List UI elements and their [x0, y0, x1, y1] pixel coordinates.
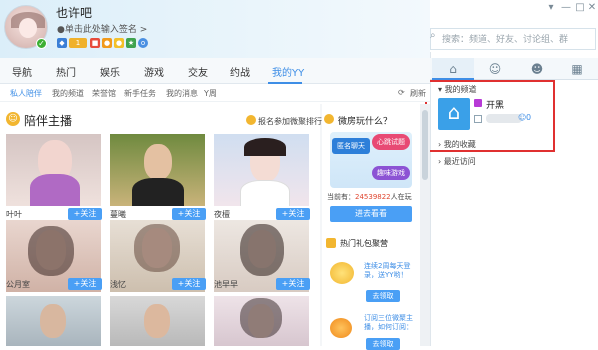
anchor-icon: ☺ [6, 112, 20, 126]
close-button[interactable]: ✕ [586, 2, 598, 14]
refresh-button[interactable]: 刷新 [410, 88, 426, 99]
gift2-text: 订阅三位微聚主播，如何订阅： [364, 314, 413, 331]
tag-anon-chat: 匿名聊天 [332, 138, 370, 154]
level-badge: 1 [69, 38, 87, 48]
tab-friends-icon[interactable]: ☺ [474, 58, 516, 80]
anchor-photo-outfit [30, 174, 80, 206]
gift1-text: 连续2周每天登录，送YY哟！ [364, 262, 411, 279]
anchor-photo [144, 144, 172, 180]
subnav-item[interactable]: 新手任务 [124, 88, 156, 99]
coin-icon [330, 262, 354, 284]
online-count: 24539822 [355, 193, 391, 201]
recent-header[interactable]: › 最近访问 [438, 156, 476, 167]
anchor-photo-hair [134, 224, 180, 272]
anchor-photo-hair [240, 224, 284, 276]
follow-button[interactable]: +关注 [276, 208, 310, 220]
feature-illustration[interactable]: 匿名聊天 心跳试题 趣味游戏 [330, 132, 412, 188]
vip-icon: ◆ [57, 38, 67, 48]
nav-item[interactable]: 游戏 [144, 64, 164, 79]
anchor-card[interactable] [214, 134, 309, 206]
tab-apps-icon[interactable]: ▦ [556, 58, 598, 80]
online-prefix: 当前有： [327, 193, 355, 201]
anchor-card[interactable] [6, 296, 101, 346]
anchor-photo-hair [240, 298, 282, 338]
anchor-card[interactable] [6, 134, 101, 206]
online-status-icon: ✓ [36, 38, 47, 49]
follow-button[interactable]: +关注 [68, 208, 102, 220]
nav-item[interactable]: 交友 [188, 64, 208, 79]
skin-icon[interactable]: ▾ [545, 2, 557, 14]
username: 也许吧 [56, 6, 93, 20]
nav-item[interactable]: 娱乐 [100, 64, 120, 79]
online-count-line: 当前有：24539822人在玩 [327, 192, 412, 202]
search-placeholder: 搜索：频道、好友、讨论组、群 [442, 35, 569, 45]
anchor-photo-hair [244, 138, 286, 156]
anchor-card[interactable] [110, 296, 205, 346]
tag-quiz: 心跳试题 [372, 134, 410, 150]
enter-button[interactable]: 进去看看 [330, 206, 412, 222]
nav-item[interactable]: 导航 [12, 64, 32, 79]
subnav-item[interactable]: 我的频道 [52, 88, 84, 99]
subnav-item[interactable]: 私人陪伴 [10, 88, 42, 99]
game-icon: ■ [90, 38, 100, 48]
subnav-item[interactable]: 荣誉馆 [92, 88, 116, 99]
minimize-button[interactable]: — [560, 2, 572, 14]
promo-link[interactable]: 报名参加微聚排行 [258, 116, 322, 127]
refresh-icon[interactable]: ⟳ [398, 88, 405, 97]
anchor-name: 叶叶 [6, 210, 22, 219]
anchor-card[interactable] [214, 296, 309, 346]
follow-button[interactable]: +关注 [172, 278, 206, 290]
maximize-button[interactable]: □ [574, 2, 586, 14]
follow-button[interactable]: +关注 [172, 208, 206, 220]
eye-icon: o [138, 38, 148, 48]
gift-title: 热门礼包聚营 [340, 239, 388, 248]
anchor-card[interactable] [110, 134, 205, 206]
promo-icon [246, 115, 256, 125]
anchor-photo-outfit [132, 178, 184, 206]
anchor-name: 池早早 [214, 280, 238, 289]
claim-button[interactable]: 去领取 [366, 338, 400, 350]
orange-icon [330, 318, 352, 338]
anchors-title: 陪伴主播 [24, 114, 73, 128]
anchor-photo [40, 304, 66, 338]
subnav-item[interactable]: Y周 [204, 88, 217, 99]
gift-icon: ● [102, 38, 112, 48]
level-value: 1 [75, 39, 81, 47]
recent-label: 最近访问 [443, 157, 476, 166]
anchor-name: 公月室 [6, 280, 30, 289]
claim-button[interactable]: 去领取 [366, 290, 400, 302]
avatar-face [19, 18, 37, 38]
anchor-name: 蔓曦 [110, 210, 126, 219]
gift-icon [326, 238, 336, 248]
tab-home-icon[interactable]: ⌂ [432, 58, 474, 80]
anchor-name: 浅忆 [110, 280, 126, 289]
tag-games: 趣味游戏 [372, 166, 410, 180]
nav-item[interactable]: 热门 [56, 64, 76, 79]
nav-item-active[interactable]: 我的YY [272, 64, 304, 79]
nav-item[interactable]: 约战 [230, 64, 250, 79]
search-icon[interactable]: ⌕ [430, 30, 440, 46]
sidebar-title: 微房玩什么？ [338, 117, 393, 127]
star-icon: ★ [126, 38, 136, 48]
subnav-item[interactable]: 我的消息 [166, 88, 198, 99]
anchor-photo [144, 304, 170, 338]
scrollbar-thumb[interactable] [422, 110, 428, 180]
favorites-header[interactable]: › 我的收藏 [438, 139, 476, 150]
medal-icon: ● [114, 38, 124, 48]
anchor-photo-outfit [240, 180, 290, 206]
online-suffix: 人在玩 [390, 193, 412, 201]
anchor-photo-hair [28, 226, 74, 276]
tab-groups-icon[interactable]: ☻ [516, 58, 558, 80]
follow-button[interactable]: +关注 [68, 278, 102, 290]
signature-input[interactable]: ●单击此处输入签名 > [57, 22, 147, 35]
anchor-name: 夜檀 [214, 210, 230, 219]
favorites-label: 我的收藏 [443, 140, 476, 149]
game-room-icon [324, 114, 334, 124]
follow-button[interactable]: +关注 [276, 278, 310, 290]
